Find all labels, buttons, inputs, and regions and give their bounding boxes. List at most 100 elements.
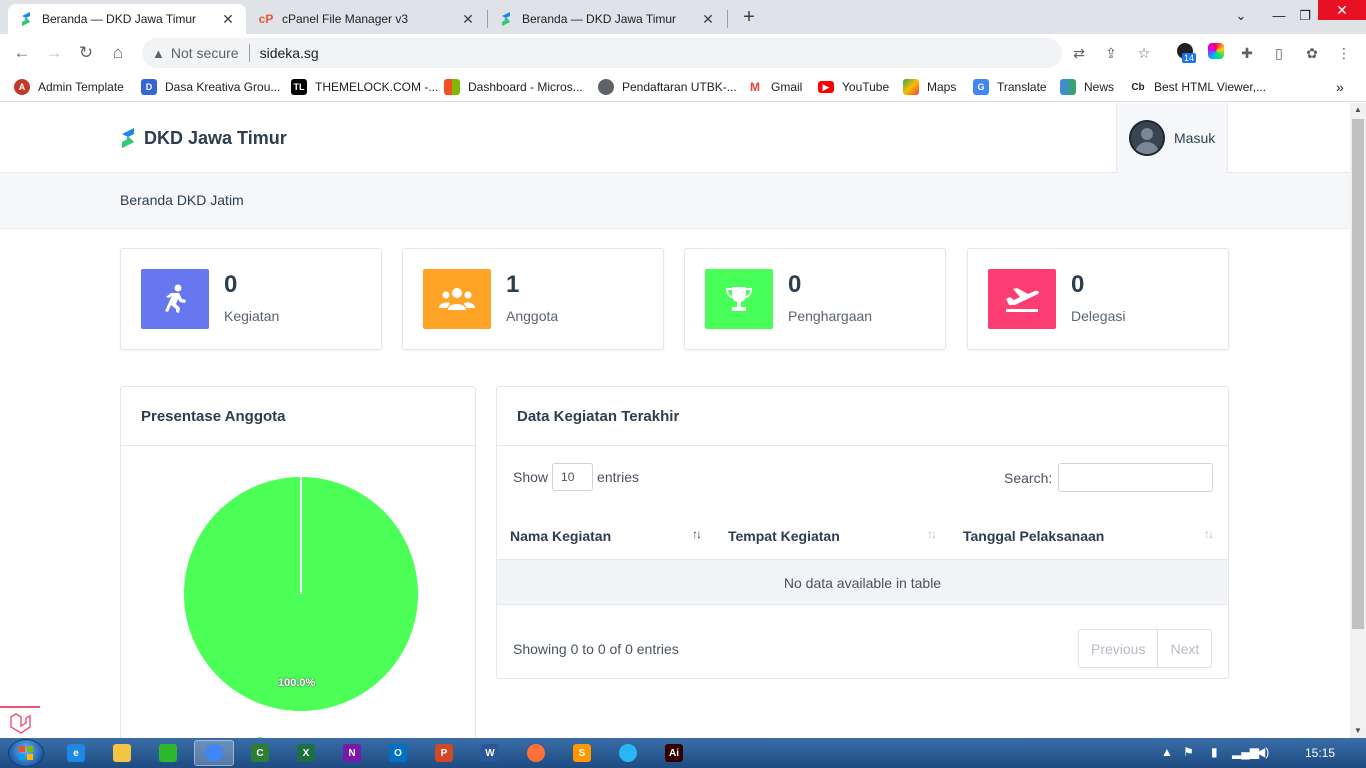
maps-icon: [903, 79, 919, 95]
scroll-down-arrow-icon[interactable]: ▼: [1350, 724, 1366, 738]
home-icon[interactable]: ⌂: [106, 41, 130, 65]
sort-icon[interactable]: ↑↓: [927, 527, 937, 541]
page-length-select[interactable]: 10: [552, 463, 594, 491]
taskbar-app-button[interactable]: X: [286, 740, 326, 766]
globe-icon: [598, 79, 614, 95]
stat-card-kegiatan: 0 Kegiatan: [120, 248, 382, 350]
themelock-icon: TL: [291, 79, 307, 95]
search-input[interactable]: [1058, 463, 1214, 492]
taskbar-app-button[interactable]: Ai: [654, 740, 694, 766]
tab-title: Beranda — DKD Jawa Timur: [522, 12, 677, 26]
bookmark-gmail[interactable]: M Gmail: [747, 77, 802, 97]
previous-page-button[interactable]: Previous: [1078, 629, 1159, 668]
taskbar-app-button[interactable]: S: [562, 740, 602, 766]
extension-counter-icon[interactable]: 14: [1174, 43, 1197, 63]
bookmark-themelock[interactable]: TL THEMELOCK.COM -...: [291, 77, 438, 97]
table-info: Showing 0 to 0 of 0 entries: [513, 641, 679, 657]
next-page-button[interactable]: Next: [1158, 629, 1213, 668]
bookmark-dashboard-microsoft[interactable]: Dashboard - Micros...: [444, 77, 583, 97]
url-text[interactable]: sideka.sg: [260, 45, 319, 61]
new-tab-plus-icon[interactable]: +: [738, 6, 760, 28]
youtube-icon: ▶: [818, 81, 834, 93]
taskbar-clock[interactable]: 15:15: [1305, 746, 1335, 760]
profile-icon[interactable]: ✿: [1302, 43, 1322, 63]
action-center-flag-icon[interactable]: ⚑: [1183, 745, 1194, 759]
bookmark-dasa-kreativa[interactable]: D Dasa Kreativa Grou...: [141, 77, 280, 97]
bookmark-admin-template[interactable]: A Admin Template: [14, 77, 124, 97]
reload-icon[interactable]: ↻: [74, 41, 98, 65]
close-tab-icon[interactable]: ✕: [700, 11, 716, 28]
bookmark-youtube[interactable]: ▶ YouTube: [818, 77, 889, 97]
share-icon[interactable]: ⇪: [1101, 43, 1121, 63]
onenote-icon: N: [343, 744, 361, 762]
taskbar-app-button[interactable]: O: [378, 740, 418, 766]
extensions-puzzle-icon[interactable]: ✚: [1237, 43, 1257, 63]
scrollbar-thumb[interactable]: [1352, 119, 1364, 629]
bookmarks-overflow-chevron-icon[interactable]: »: [1336, 77, 1344, 97]
column-header-tanggal-pelaksanaan[interactable]: Tanggal Pelaksanaan: [963, 512, 1104, 559]
battery-icon[interactable]: ▮: [1211, 745, 1218, 759]
entries-label: entries: [597, 469, 640, 485]
bookmark-best-html-viewer[interactable]: Cb Best HTML Viewer,...: [1130, 77, 1266, 97]
dkd-logo-icon: [18, 11, 34, 27]
bookmark-label: YouTube: [842, 80, 890, 94]
tab-beranda-active[interactable]: Beranda — DKD Jawa Timur ✕: [8, 4, 246, 34]
taskbar-app-button[interactable]: [194, 740, 234, 766]
brand-name: DKD Jawa Timur: [144, 127, 287, 148]
back-arrow-icon[interactable]: ←: [10, 41, 34, 65]
bookmark-translate[interactable]: G Translate: [973, 77, 1047, 97]
side-panel-icon[interactable]: ▯: [1269, 43, 1289, 63]
login-button[interactable]: Masuk: [1116, 103, 1228, 173]
panel-title: Data Kegiatan Terakhir: [497, 387, 1228, 446]
color-picker-extension-icon[interactable]: [1206, 43, 1226, 63]
page-scrollbar[interactable]: ▲ ▼: [1350, 103, 1366, 738]
bookmark-label: Admin Template: [38, 80, 124, 94]
taskbar-app-button[interactable]: [102, 740, 142, 766]
tab-beranda-2[interactable]: Beranda — DKD Jawa Timur ✕: [488, 4, 726, 34]
taskbar-app-button[interactable]: N: [332, 740, 372, 766]
browser-menu-icon[interactable]: ⋮: [1334, 43, 1354, 63]
close-window-icon[interactable]: ✕: [1318, 0, 1366, 20]
restore-window-icon[interactable]: ❐: [1288, 0, 1322, 34]
close-tab-icon[interactable]: ✕: [220, 11, 236, 28]
taskbar-app-button[interactable]: W: [470, 740, 510, 766]
taskbar-app-button[interactable]: [608, 740, 648, 766]
column-header-tempat-kegiatan[interactable]: Tempat Kegiatan: [728, 512, 840, 559]
bookmark-news[interactable]: News: [1060, 77, 1114, 97]
taskbar-app-button[interactable]: P: [424, 740, 464, 766]
gmail-icon: M: [747, 79, 763, 95]
windows-start-icon[interactable]: [8, 739, 44, 767]
forward-arrow-icon[interactable]: →: [42, 41, 66, 65]
bookmark-pendaftaran-utbk[interactable]: Pendaftaran UTBK-...: [598, 77, 737, 97]
powerpoint-icon: P: [435, 744, 453, 762]
sort-icon[interactable]: ↑↓: [1204, 527, 1214, 541]
members-percentage-panel: Presentase Anggota 100.0%: [120, 386, 476, 738]
sort-ascending-icon[interactable]: ↑↓: [692, 527, 702, 541]
taskbar-app-button[interactable]: C: [240, 740, 280, 766]
warning-triangle-icon[interactable]: ▲: [152, 46, 165, 61]
network-signal-icon[interactable]: ▂▄▆: [1232, 745, 1259, 759]
translate-page-icon[interactable]: ⇄: [1069, 43, 1089, 63]
security-status[interactable]: Not secure: [171, 45, 239, 61]
close-tab-icon[interactable]: ✕: [460, 11, 476, 28]
bookmark-star-icon[interactable]: ☆: [1134, 43, 1154, 63]
show-hidden-icons-icon[interactable]: ▲: [1161, 745, 1173, 759]
stat-value: 0: [224, 271, 238, 298]
volume-icon[interactable]: ◀): [1256, 745, 1269, 759]
tab-search-chevron-icon[interactable]: ⌄: [1224, 0, 1258, 34]
bookmark-label: THEMELOCK.COM -...: [315, 80, 439, 94]
show-label: Show: [513, 469, 549, 485]
taskbar-app-button[interactable]: [148, 740, 188, 766]
taskbar-app-button[interactable]: e: [56, 740, 96, 766]
tab-cpanel[interactable]: cP cPanel File Manager v3 ✕: [248, 4, 486, 34]
address-bar[interactable]: ▲ Not secure sideka.sg: [142, 38, 1062, 68]
green-app-icon: [159, 744, 177, 762]
site-brand[interactable]: DKD Jawa Timur: [120, 127, 287, 149]
scroll-up-arrow-icon[interactable]: ▲: [1350, 103, 1366, 117]
admin-template-icon: A: [14, 79, 30, 95]
taskbar-app-button[interactable]: [516, 740, 556, 766]
sublime-text-icon: S: [573, 744, 591, 762]
laravel-debugbar-icon[interactable]: [0, 706, 40, 738]
bookmark-maps[interactable]: Maps: [903, 77, 956, 97]
column-header-nama-kegiatan[interactable]: Nama Kegiatan: [510, 512, 611, 559]
